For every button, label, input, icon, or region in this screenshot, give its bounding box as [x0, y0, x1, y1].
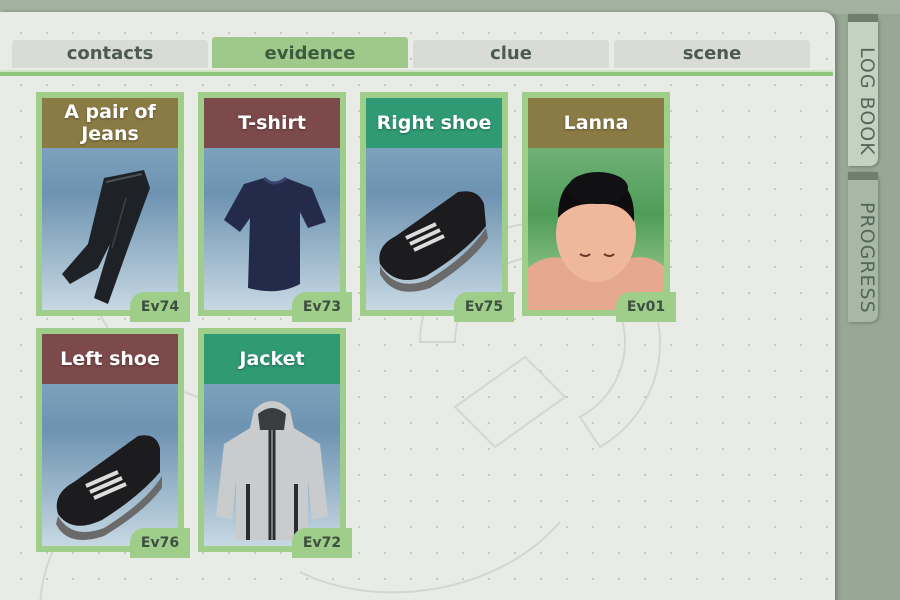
evidence-title: Jacket — [204, 334, 340, 384]
side-tab-progress[interactable]: PROGRESS — [848, 172, 878, 322]
side-tab-label: LOG BOOK — [856, 46, 878, 156]
log-book-panel: contacts evidence clue scene A pair of J… — [0, 12, 835, 600]
evidence-title: Lanna — [528, 98, 664, 148]
side-tab-label: PROGRESS — [856, 202, 878, 314]
jacket-icon — [216, 401, 328, 540]
tab-contacts[interactable]: contacts — [12, 40, 208, 68]
evidence-title: T-shirt — [204, 98, 340, 148]
tab-underline — [0, 70, 833, 76]
evidence-code-badge: Ev73 — [292, 292, 352, 322]
evidence-card-t-shirt[interactable]: T-shirt Ev73 — [198, 92, 352, 322]
evidence-card-jeans[interactable]: A pair of Jeans Ev74 — [36, 92, 190, 322]
evidence-title: A pair of Jeans — [42, 98, 178, 148]
tab-bar: contacts evidence clue scene — [12, 37, 812, 70]
evidence-code-badge: Ev01 — [616, 292, 676, 322]
evidence-card-lanna[interactable]: Lanna Ev01 — [522, 92, 676, 322]
tab-clue[interactable]: clue — [413, 40, 609, 68]
side-tab-log-book[interactable]: LOG BOOK — [848, 14, 878, 166]
evidence-code-badge: Ev72 — [292, 528, 352, 558]
shoe-icon — [379, 191, 488, 292]
evidence-code-badge: Ev76 — [130, 528, 190, 558]
jeans-icon — [62, 170, 150, 304]
tab-scene[interactable]: scene — [614, 40, 810, 68]
evidence-card-right-shoe[interactable]: Right shoe Ev75 — [360, 92, 514, 322]
person-icon — [528, 172, 664, 310]
t-shirt-icon — [224, 176, 326, 292]
shoe-icon — [56, 435, 162, 540]
evidence-code-badge: Ev75 — [454, 292, 514, 322]
evidence-code-badge: Ev74 — [130, 292, 190, 322]
tab-evidence[interactable]: evidence — [212, 37, 408, 68]
evidence-title: Right shoe — [366, 98, 502, 148]
evidence-title: Left shoe — [42, 334, 178, 384]
evidence-card-left-shoe[interactable]: Left shoe Ev76 — [36, 328, 190, 558]
evidence-card-jacket[interactable]: Jacket Ev72 — [198, 328, 352, 558]
